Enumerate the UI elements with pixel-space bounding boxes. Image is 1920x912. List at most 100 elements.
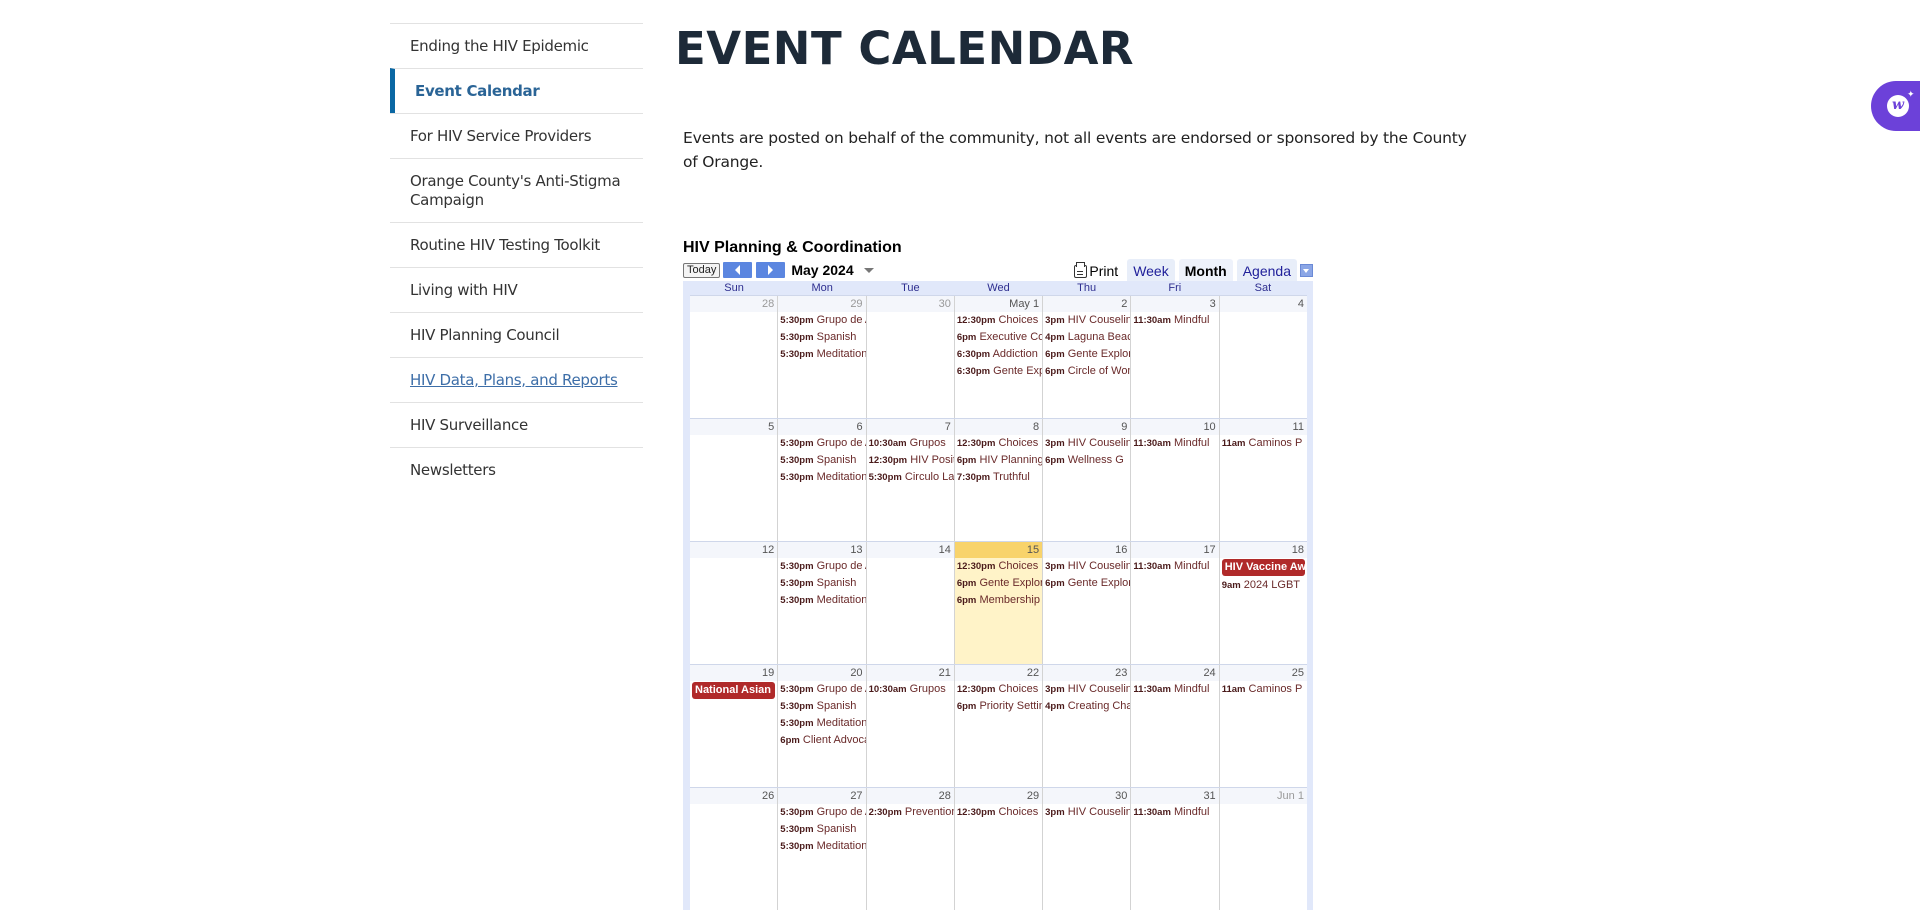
day-cell[interactable]: 295:30pm Grupo de Apoyo5:30pm Spanish5:3… (777, 296, 866, 418)
day-cell[interactable]: 275:30pm Grupo de Apoyo5:30pm Spanish5:3… (777, 788, 866, 910)
calendar-event[interactable]: 6pm Client Advocacy (778, 732, 865, 749)
day-cell[interactable]: 17 11:30am Mindful (1130, 542, 1219, 664)
sidebar-item-living-with-hiv[interactable]: Living with HIV (390, 267, 643, 312)
day-cell[interactable]: 25 11am Caminos P (1218, 665, 1307, 787)
day-number[interactable]: 28 (866, 788, 954, 804)
sidebar-item-for-hiv-service-providers[interactable]: For HIV Service Providers (390, 113, 643, 158)
calendar-event[interactable]: 5:30pm Grupo de Apoyo (778, 804, 865, 821)
day-number[interactable]: 29 (778, 296, 866, 312)
calendar-event[interactable]: 12:30pm Choices (955, 804, 1042, 821)
view-dropdown-icon[interactable] (1300, 264, 1313, 277)
day-number[interactable]: 5 (690, 419, 778, 435)
tab-agenda[interactable]: Agenda (1236, 259, 1297, 281)
day-cell[interactable]: 11 11am Caminos P (1218, 419, 1307, 541)
day-cell[interactable]: 14 (865, 542, 954, 664)
day-number[interactable]: 3 (1131, 296, 1219, 312)
day-number[interactable]: 28 (690, 296, 778, 312)
calendar-event[interactable]: 6:30pm Gente Explorando (955, 363, 1042, 380)
calendar-event[interactable]: 6pm Wellness G (1043, 452, 1130, 469)
calendar-event[interactable]: 5:30pm Meditation (778, 715, 865, 732)
day-number[interactable]: 24 (1131, 665, 1219, 681)
day-number[interactable]: 25 (1219, 665, 1307, 681)
day-number[interactable]: 31 (1131, 788, 1219, 804)
day-number[interactable]: 8 (954, 419, 1043, 435)
day-cell[interactable]: 3 11:30am Mindful (1130, 296, 1219, 418)
calendar-event[interactable]: 11:30am Mindful (1131, 435, 1218, 452)
calendar-event[interactable]: 6pm Executive Committee (955, 329, 1042, 346)
calendar-event[interactable]: 5:30pm Spanish (778, 452, 865, 469)
day-cell[interactable]: 24 11:30am Mindful (1130, 665, 1219, 787)
sidebar-item-newsletters[interactable]: Newsletters (390, 447, 643, 492)
calendar-event[interactable]: 12:30pm HIV Positive (867, 452, 954, 469)
calendar-event[interactable]: 2:30pm Prevention (867, 804, 954, 821)
day-cell[interactable]: 26 (690, 788, 778, 910)
calendar-event[interactable]: 12:30pm Choices (955, 312, 1042, 329)
calendar-event[interactable]: 6pm Gente Explorando (955, 575, 1042, 592)
calendar-event[interactable]: 5:30pm Circulo Latino (867, 469, 954, 486)
next-month-button[interactable] (756, 262, 786, 278)
month-picker-caret-icon[interactable] (863, 267, 874, 273)
day-number[interactable]: 27 (778, 788, 866, 804)
calendar-event[interactable]: 5:30pm Meditation (778, 592, 865, 609)
all-day-event[interactable]: HIV Vaccine Awareness (1221, 559, 1305, 576)
calendar-event[interactable]: 11:30am Mindful (1131, 312, 1218, 329)
tab-month[interactable]: Month (1178, 259, 1233, 281)
day-cell[interactable]: 5 (690, 419, 778, 541)
calendar-event[interactable]: 11:30am Mindful (1131, 681, 1218, 698)
sidebar-item-event-calendar[interactable]: Event Calendar (390, 68, 643, 113)
calendar-event[interactable]: 6pm Circle of Women (1043, 363, 1130, 380)
today-button[interactable]: Today (683, 262, 721, 278)
calendar-event[interactable]: 6pm HIV Planning (955, 452, 1042, 469)
day-number[interactable]: 30 (1043, 788, 1131, 804)
calendar-event[interactable]: 5:30pm Meditation (778, 346, 865, 363)
day-cell[interactable]: 30 (865, 296, 954, 418)
day-number[interactable]: 16 (1043, 542, 1131, 558)
calendar-event[interactable]: 5:30pm Spanish (778, 698, 865, 715)
sidebar-item-hiv-data-plans-and-reports[interactable]: HIV Data, Plans, and Reports (390, 357, 643, 402)
day-number[interactable]: 13 (778, 542, 866, 558)
tab-week[interactable]: Week (1127, 259, 1175, 281)
day-number[interactable]: 14 (866, 542, 954, 558)
day-cell[interactable]: 135:30pm Grupo de Apoyo5:30pm Spanish5:3… (777, 542, 866, 664)
day-number[interactable]: May 1 (954, 296, 1043, 312)
day-number[interactable]: 12 (690, 542, 778, 558)
day-number[interactable]: 23 (1043, 665, 1131, 681)
print-button[interactable]: Print (1074, 261, 1118, 281)
calendar-event[interactable]: 6pm Gente Explorando (1043, 575, 1130, 592)
sidebar-item-hiv-surveillance[interactable]: HIV Surveillance (390, 402, 643, 447)
calendar-event[interactable]: 11am Caminos P (1220, 681, 1307, 698)
sidebar-item-orange-county-s-anti-stigma-campaign[interactable]: Orange County's Anti-Stigma Campaign (390, 158, 643, 222)
day-number[interactable]: 9 (1043, 419, 1131, 435)
day-cell[interactable]: 31 11:30am Mindful (1130, 788, 1219, 910)
day-cell[interactable]: 8 12:30pm Choices 6pm HIV Planning 7:30pm T… (953, 419, 1043, 541)
calendar-event[interactable]: 10:30am Grupos (867, 435, 954, 452)
calendar-event[interactable]: 3pm HIV Couseling (1043, 312, 1130, 329)
calendar-event[interactable]: 6:30pm Addiction (955, 346, 1042, 363)
day-number[interactable]: 15 (954, 542, 1043, 558)
day-cell[interactable]: 205:30pm Grupo de Apoyo5:30pm Spanish5:3… (777, 665, 866, 787)
calendar-event[interactable]: 11am Caminos P (1220, 435, 1307, 452)
day-cell[interactable]: 12 (690, 542, 778, 664)
day-cell[interactable]: 2212:30pm Choices6pm Priority Setting (953, 665, 1043, 787)
day-cell[interactable]: 93pm HIV Couseling6pm Wellness G (1042, 419, 1131, 541)
day-number[interactable]: 11 (1219, 419, 1307, 435)
day-number[interactable]: 17 (1131, 542, 1219, 558)
day-cell[interactable]: 710:30am Grupos12:30pm HIV Positive5:30p… (865, 419, 954, 541)
day-number[interactable]: 30 (866, 296, 954, 312)
calendar-event[interactable]: 3pm HIV Couseling (1043, 681, 1130, 698)
accessibility-widget-button[interactable]: w ✦ (1871, 81, 1920, 131)
calendar-event[interactable]: 12:30pm Choices (955, 558, 1042, 575)
calendar-event[interactable]: 5:30pm Grupo de Apoyo (778, 558, 865, 575)
day-cell[interactable]: 29 12:30pm Choices (953, 788, 1043, 910)
calendar-event[interactable]: 9am 2024 LGBT (1220, 577, 1307, 594)
day-number[interactable]: 7 (866, 419, 954, 435)
calendar-event[interactable]: 7:30pm Truthful (955, 469, 1042, 486)
calendar-event[interactable]: 3pm HIV Couseling (1043, 558, 1130, 575)
day-cell[interactable]: 65:30pm Grupo de Apoyo5:30pm Spanish5:30… (777, 419, 866, 541)
day-cell-today[interactable]: 1512:30pm Choices6pm Gente Explorando6pm… (953, 542, 1043, 664)
calendar-event[interactable]: 5:30pm Meditation (778, 469, 865, 486)
sidebar-item-routine-hiv-testing-toolkit[interactable]: Routine HIV Testing Toolkit (390, 222, 643, 267)
day-number[interactable]: 19 (690, 665, 778, 681)
day-cell[interactable]: 28 2:30pm Prevention (865, 788, 954, 910)
day-cell[interactable]: 303pm HIV Couseling (1042, 788, 1131, 910)
